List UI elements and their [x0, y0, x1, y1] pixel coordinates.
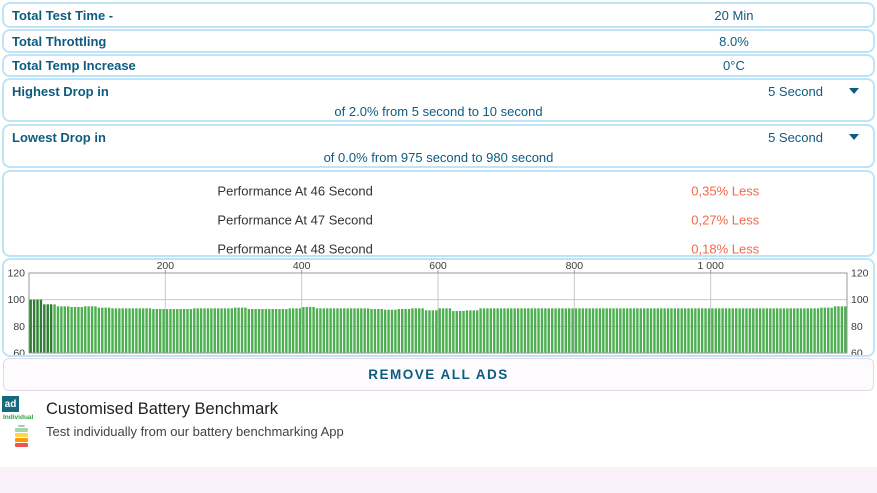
throttling-chart: 200 400 600 800 1 000 120 120 100 100 80 80 60 60 [4, 260, 873, 355]
performance-value: 0,35% Less [664, 183, 786, 198]
lowest-drop-detail: of 0.0% from 975 second to 980 second [4, 150, 873, 165]
dropdown-selected-value: 5 Second [768, 84, 823, 99]
remove-all-ads-label: REMOVE ALL ADS [368, 367, 509, 382]
ad-title[interactable]: Customised Battery Benchmark [46, 400, 278, 419]
stat-value: 20 Min [638, 8, 829, 23]
lowest-drop-label: Lowest Drop in [4, 130, 106, 145]
highest-drop-detail: of 2.0% from 5 second to 10 second [4, 104, 873, 119]
stat-value: 0°C [638, 58, 829, 73]
ad-subtitle: Test individually from our battery bench… [46, 424, 344, 439]
performance-value: 0,27% Less [664, 212, 786, 227]
performance-label: Performance At 46 Second [4, 183, 586, 198]
svg-text:120: 120 [7, 268, 25, 280]
svg-text:80: 80 [13, 321, 25, 333]
stat-value: 8.0% [638, 34, 829, 49]
svg-text:120: 120 [851, 268, 869, 280]
remove-all-ads-button[interactable]: REMOVE ALL ADS [3, 358, 874, 391]
ad-banner[interactable]: ad Individual Customised Battery Benchma… [0, 392, 877, 466]
performance-label: Performance At 48 Second [4, 241, 586, 256]
svg-text:60: 60 [851, 348, 863, 356]
highest-drop-interval-dropdown[interactable]: 5 Second [768, 80, 859, 102]
lowest-drop-card: Lowest Drop in 5 Second of 0.0% from 975… [2, 124, 875, 168]
chevron-down-icon [849, 134, 859, 140]
stat-row-total-test-time: Total Test Time - 20 Min [2, 2, 875, 28]
dropdown-selected-value: 5 Second [768, 130, 823, 145]
highest-drop-label: Highest Drop in [4, 84, 109, 99]
performance-card: Performance At 46 Second 0,35% Less Perf… [2, 170, 875, 257]
ad-badge-icon: ad [2, 396, 19, 412]
svg-text:400: 400 [293, 260, 311, 272]
performance-value: 0,18% Less [664, 241, 786, 256]
battery-icon [14, 425, 29, 447]
svg-text:200: 200 [157, 260, 175, 272]
svg-text:80: 80 [851, 321, 863, 333]
highest-drop-card: Highest Drop in 5 Second of 2.0% from 5 … [2, 78, 875, 122]
throttling-chart-card: 200 400 600 800 1 000 120 120 100 100 80 80 60 60 [2, 258, 875, 357]
performance-row: Performance At 47 Second 0,27% Less [4, 205, 873, 234]
footer-ad-strip [0, 467, 877, 493]
lowest-drop-interval-dropdown[interactable]: 5 Second [768, 126, 859, 148]
svg-text:1 000: 1 000 [698, 260, 724, 272]
svg-text:600: 600 [429, 260, 447, 272]
stat-row-total-temp-increase: Total Temp Increase 0°C [2, 54, 875, 77]
svg-text:100: 100 [7, 294, 25, 306]
stat-row-total-throttling: Total Throttling 8.0% [2, 29, 875, 53]
svg-text:60: 60 [13, 348, 25, 356]
svg-text:800: 800 [566, 260, 584, 272]
performance-row: Performance At 46 Second 0,35% Less [4, 176, 873, 205]
stat-label: Total Temp Increase [4, 58, 136, 73]
svg-text:100: 100 [851, 294, 869, 306]
chevron-down-icon [849, 88, 859, 94]
performance-label: Performance At 47 Second [4, 212, 586, 227]
stat-label: Total Test Time - [4, 8, 113, 23]
ad-individual-label: Individual [3, 414, 33, 421]
stat-label: Total Throttling [4, 34, 106, 49]
